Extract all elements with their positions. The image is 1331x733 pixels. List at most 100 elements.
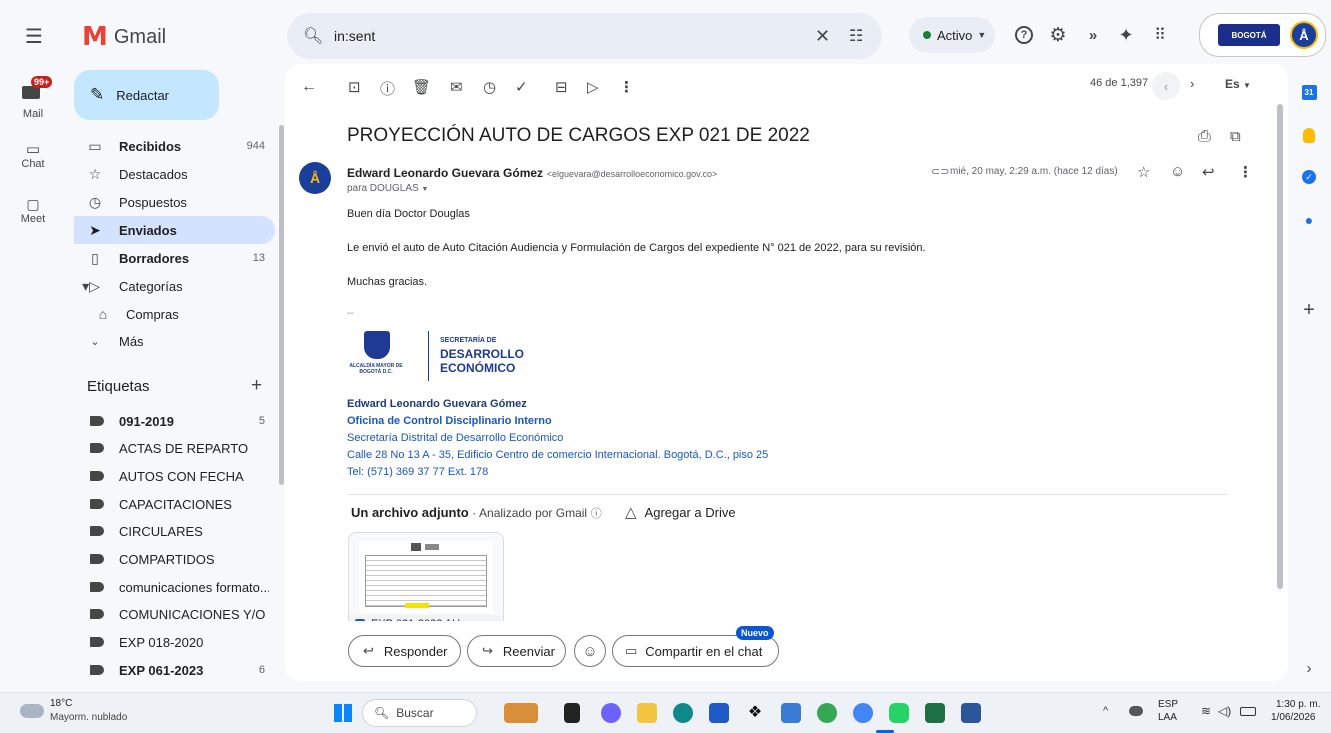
reply-button[interactable]: ↩ Responder <box>348 635 461 667</box>
chrome-app-icon[interactable] <box>817 703 837 723</box>
label-item[interactable]: CIRCULARES <box>74 517 275 545</box>
add-task-icon[interactable]: ✓ <box>515 78 528 96</box>
weather-temperature[interactable]: 18°C <box>50 698 72 709</box>
label-item[interactable]: COMUNICACIONES Y/O ... <box>74 600 275 628</box>
print-icon[interactable]: ⎙ <box>1198 128 1211 146</box>
label-item[interactable]: CAPACITACIONES <box>74 490 275 518</box>
more-vert-icon[interactable]: ⋮ <box>1238 163 1253 181</box>
weather-cloud-icon[interactable] <box>20 704 44 718</box>
help-icon[interactable]: ? <box>1011 22 1037 48</box>
rail-mail[interactable]: 99+ Mail <box>0 76 66 120</box>
battery-icon[interactable] <box>1240 707 1256 716</box>
snooze-clock-icon[interactable]: ◷ <box>483 78 496 96</box>
sidebar-item-drafts[interactable]: ▯ Borradores 13 <box>74 244 275 272</box>
sidebar-item-sent[interactable]: ➤ Enviados <box>74 216 275 244</box>
settings-gear-icon[interactable]: ⚙ <box>1045 22 1071 48</box>
tasks-icon[interactable]: ✓ <box>1292 160 1326 194</box>
emoji-reaction-icon[interactable]: ☺ <box>1170 163 1185 180</box>
reply-arrow-icon[interactable]: ↩ <box>1202 163 1215 181</box>
onedrive-cloud-icon[interactable] <box>1129 706 1143 716</box>
next-page-icon[interactable]: › <box>1190 76 1194 91</box>
label-item[interactable]: AUTOS CON FECHA <box>74 462 275 490</box>
task-view-icon[interactable] <box>564 703 580 723</box>
chrome-profile-app-icon[interactable] <box>853 703 873 723</box>
archive-icon[interactable]: ⊡ <box>348 78 361 96</box>
info-icon[interactable]: ⓘ <box>591 508 602 520</box>
trash-icon[interactable]: 🗑︎ <box>412 78 431 96</box>
back-arrow-icon[interactable]: ← <box>301 78 317 96</box>
account-switcher[interactable]: BOGOTÁ Å <box>1199 13 1326 57</box>
sidebar-item-snoozed[interactable]: ◷ Pospuestos <box>74 188 275 216</box>
file-explorer-icon[interactable] <box>637 703 657 723</box>
label-icon[interactable]: ▷ <box>587 78 599 96</box>
apps-grid-icon[interactable]: ⠿ <box>1147 22 1173 48</box>
open-new-window-icon[interactable]: ⧉ <box>1230 128 1241 145</box>
label-item[interactable]: ACTAS DE REPARTO <box>74 434 275 462</box>
label-item[interactable]: comunicaciones formato... <box>74 573 275 601</box>
sidebar-item-starred[interactable]: ☆ Destacados <box>74 160 275 188</box>
main-menu-icon[interactable]: ☰ <box>20 22 48 50</box>
widgets-app-icon[interactable] <box>504 703 538 723</box>
gemini-sparkle-icon[interactable]: ✦ <box>1113 22 1139 48</box>
weather-description[interactable]: Mayorm. nublado <box>50 712 127 723</box>
contacts-icon[interactable]: ● <box>1292 203 1326 237</box>
store-app-icon[interactable] <box>709 703 729 723</box>
rail-meet[interactable]: ▢ Meet <box>0 196 66 225</box>
keyboard-language-bottom[interactable]: LAA <box>1158 712 1177 723</box>
add-to-drive-button[interactable]: △ Agregar a Drive <box>625 503 736 521</box>
dropbox-app-icon[interactable]: ❖ <box>745 703 765 723</box>
expand-panel-icon[interactable]: › <box>1292 651 1326 685</box>
clock-time[interactable]: 1:30 p. m. <box>1276 699 1320 710</box>
show-hidden-icons-chevron[interactable]: ^ <box>1103 705 1108 717</box>
compose-button[interactable]: ✎ Redactar <box>74 70 219 120</box>
gmail-logo[interactable]: M Gmail <box>82 22 166 52</box>
sidebar-item-more[interactable]: ⌄ Más <box>74 327 275 355</box>
rail-chat[interactable]: ▭ Chat <box>0 140 66 170</box>
wifi-icon[interactable]: ≋ <box>1201 704 1211 718</box>
clock-date[interactable]: 1/06/2026 <box>1271 712 1316 723</box>
sender-name[interactable]: Edward Leonardo Guevara Gómez <box>347 166 543 180</box>
attachment-card[interactable]: EXP 021-2022 AU... <box>348 532 504 632</box>
status-button[interactable]: Activo ▼ <box>909 17 995 53</box>
search-options-icon[interactable]: ☷ <box>849 26 863 46</box>
search-input[interactable]: in:sent <box>334 28 375 44</box>
label-item[interactable]: EXP 061-2023 6 <box>74 656 275 684</box>
mark-unread-icon[interactable]: ✉ <box>450 78 463 96</box>
sidebar-item-inbox[interactable]: ▭ Recibidos 944 <box>74 132 275 160</box>
photos-app-icon[interactable] <box>781 703 801 723</box>
sidebar-item-purchases[interactable]: ⌂ Compras <box>74 300 275 328</box>
language-selector[interactable]: Es ▼ <box>1225 77 1251 91</box>
calendar-icon[interactable]: 31 <box>1292 75 1326 109</box>
sender-avatar[interactable]: Å <box>299 162 331 194</box>
forward-button[interactable]: ↪ Reenviar <box>467 635 566 667</box>
keyboard-language-top[interactable]: ESP <box>1158 699 1178 710</box>
recipient-line[interactable]: para DOUGLAS ▼ <box>347 183 428 194</box>
copilot-app-icon[interactable] <box>601 703 621 723</box>
label-item[interactable]: 091-2019 5 <box>74 407 275 435</box>
sidebar-item-categories[interactable]: ▾▷ Categorías <box>74 272 275 300</box>
edge-browser-icon[interactable] <box>673 703 693 723</box>
star-icon[interactable]: ☆ <box>1137 163 1150 181</box>
label-item[interactable]: EXP 018-2020 <box>74 628 275 656</box>
message-scrollbar[interactable] <box>1277 104 1283 589</box>
keep-icon[interactable] <box>1292 118 1326 152</box>
search-icon[interactable]: 🔍︎ <box>303 26 323 46</box>
previous-page-icon[interactable]: ‹ <box>1152 72 1180 100</box>
word-app-icon[interactable] <box>961 703 981 723</box>
whatsapp-app-icon[interactable] <box>889 703 909 723</box>
volume-icon[interactable]: ◁) <box>1218 704 1231 718</box>
emoji-react-button[interactable]: ☺ <box>574 635 606 667</box>
clear-search-icon[interactable]: ✕ <box>815 26 830 47</box>
add-addon-icon[interactable]: + <box>1292 293 1326 327</box>
excel-app-icon[interactable] <box>925 703 945 723</box>
taskbar-search-box[interactable]: 🔍︎ Buscar <box>362 699 477 727</box>
search-bar[interactable]: 🔍︎ in:sent ✕ ☷ <box>287 13 882 59</box>
sidebar-scrollbar[interactable] <box>279 125 284 485</box>
assistant-icon[interactable]: » <box>1080 22 1106 48</box>
more-options-icon[interactable]: ⋮ <box>619 78 634 96</box>
report-spam-icon[interactable]: ⓘ <box>380 78 395 99</box>
windows-start-icon[interactable] <box>334 704 352 722</box>
move-to-icon[interactable]: ⊟ <box>555 78 568 96</box>
label-item[interactable]: COMPARTIDOS <box>74 545 275 573</box>
add-label-icon[interactable]: + <box>251 375 262 397</box>
